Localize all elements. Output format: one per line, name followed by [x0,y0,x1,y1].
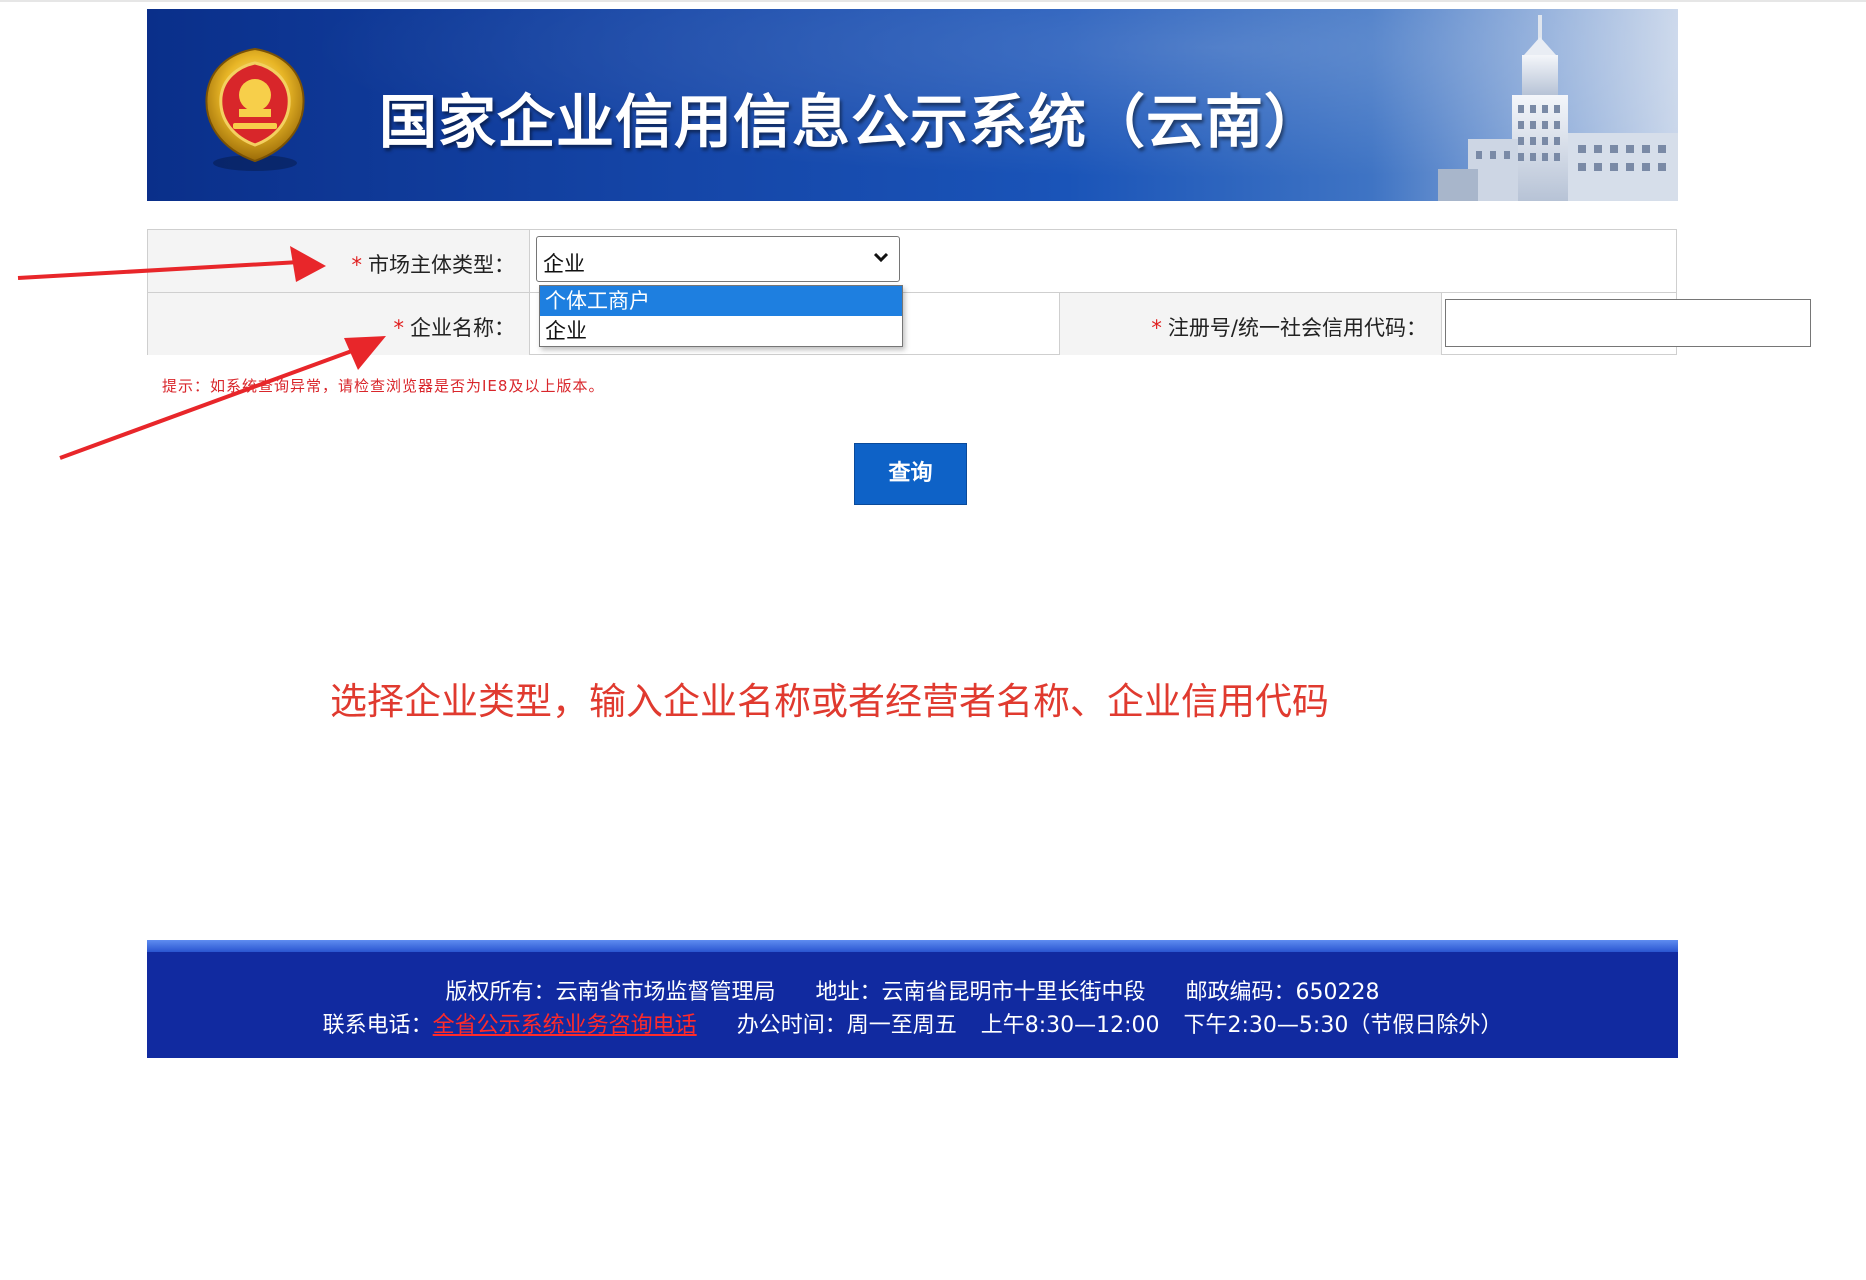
site-footer: 版权所有：云南省市场监督管理局 地址：云南省昆明市十里长街中段 邮政编码：65022… [147,940,1678,1058]
banner-title: 国家企业信用信息公示系统（云南） [379,88,1324,156]
footer-morning-hours: 上午8:30—12:00 [980,1013,1160,1038]
reg-code-input[interactable] [1445,299,1811,347]
dropdown-option-enterprise[interactable]: 企业 [540,316,902,346]
company-name-label-cell: * 企业名称： [148,293,530,355]
required-mark: * [1151,316,1162,340]
market-type-label-text: 市场主体类型： [368,253,515,277]
building-icon [1438,15,1678,201]
market-type-value-cell: 企业 [530,230,1676,292]
footer-top-stripe [147,940,1678,952]
chevron-down-icon [873,252,889,263]
reg-code-label-cell: * 注册号/统一社会信用代码： [1060,293,1442,355]
site-banner: 国家企业信用信息公示系统（云南） [147,9,1678,201]
browser-hint: 提示：如系统查询异常，请检查浏览器是否为IE8及以上版本。 [162,377,605,395]
footer-copyright: 版权所有：云南省市场监督管理局 [445,980,776,1005]
market-type-label: * 市场主体类型： [352,249,516,279]
instruction-annotation: 选择企业类型，输入企业名称或者经营者名称、企业信用代码 [330,680,1329,723]
search-form: * 市场主体类型： 企业 * 企业名称： * 注册号/统一社会信用代码： [147,229,1811,355]
required-mark: * [393,316,405,340]
company-name-label-text: 企业名称： [410,316,515,340]
top-border [0,0,1866,2]
footer-address: 地址：云南省昆明市十里长街中段 [815,980,1146,1005]
market-type-dropdown-list: 个体工商户 企业 [539,285,903,347]
required-mark: * [351,253,363,277]
market-type-select[interactable]: 企业 [536,236,900,282]
company-name-label: * 企业名称： [394,312,516,342]
reg-code-label: * 注册号/统一社会信用代码： [1151,312,1427,342]
footer-afternoon-hours: 下午2:30—5:30（节假日除外） [1183,1013,1503,1038]
reg-code-label-text: 注册号/统一社会信用代码： [1167,316,1427,340]
query-button[interactable]: 查询 [854,443,967,505]
footer-hotline-link[interactable]: 全省公示系统业务咨询电话 [433,1013,697,1038]
form-row-market-type: * 市场主体类型： 企业 [148,230,1676,293]
national-emblem-icon [205,47,305,171]
dropdown-option-individual[interactable]: 个体工商户 [540,286,902,316]
footer-postcode: 邮政编码：650228 [1185,980,1380,1005]
footer-line-1: 版权所有：云南省市场监督管理局 地址：云南省昆明市十里长街中段 邮政编码：65022… [147,974,1678,1006]
market-type-label-cell: * 市场主体类型： [148,230,530,292]
footer-office-hours: 办公时间：周一至周五 [736,1013,957,1038]
footer-line-2: 联系电话：全省公示系统业务咨询电话 办公时间：周一至周五 上午8:30—12:00 下… [147,1007,1678,1039]
reg-code-value-cell [1442,293,1811,355]
market-type-selected-value: 企业 [543,252,585,276]
footer-phone-label: 联系电话： [322,1013,433,1038]
form-row-company: * 企业名称： * 注册号/统一社会信用代码： [148,293,1811,355]
